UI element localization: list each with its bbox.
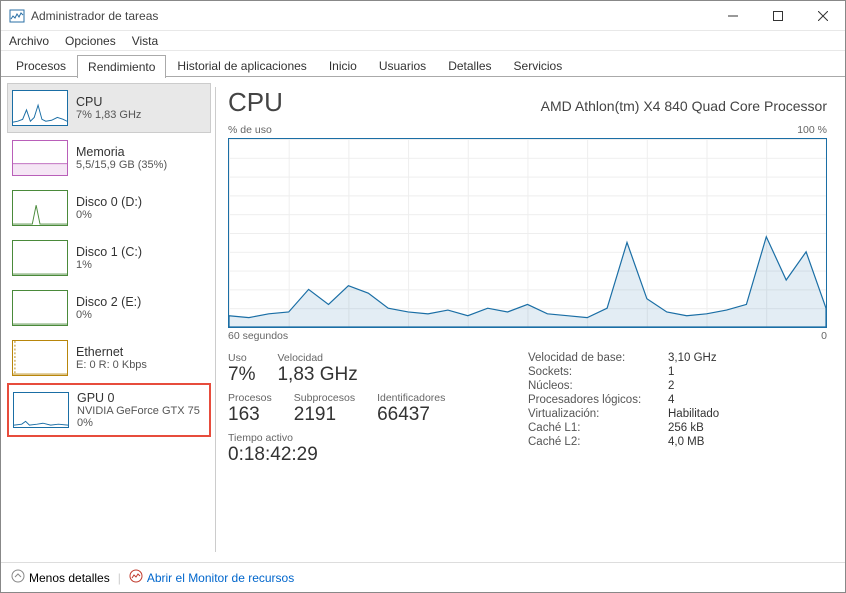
monitor-icon <box>129 569 143 586</box>
tab-users[interactable]: Usuarios <box>368 54 437 77</box>
app-icon <box>9 8 25 24</box>
sidebar-sub: E: 0 R: 0 Kbps <box>76 359 147 371</box>
tab-processes[interactable]: Procesos <box>5 54 77 77</box>
footer: Menos detalles | Abrir el Monitor de rec… <box>1 562 845 592</box>
disk-thumb <box>12 240 68 276</box>
sidebar-item-ethernet[interactable]: Ethernet E: 0 R: 0 Kbps <box>7 333 211 383</box>
memory-thumb <box>12 140 68 176</box>
tab-services[interactable]: Servicios <box>503 54 574 77</box>
sidebar-item-memory[interactable]: Memoria 5,5/15,9 GB (35%) <box>7 133 211 183</box>
vertical-divider <box>215 87 216 552</box>
sidebar-sub: 5,5/15,9 GB (35%) <box>76 159 167 171</box>
cpu-usage-graph[interactable] <box>228 138 827 328</box>
x-axis-left: 60 segundos <box>228 330 288 342</box>
sidebar-item-disk2[interactable]: Disco 2 (E:) 0% <box>7 283 211 333</box>
detail-title: CPU <box>228 87 283 118</box>
titlebar: Administrador de tareas <box>1 1 845 31</box>
sidebar-label: Memoria <box>76 145 167 159</box>
sidebar-sub: 0% <box>76 309 141 321</box>
stat-value: 7% <box>228 364 255 386</box>
uptime-value: 0:18:42:29 <box>228 444 318 466</box>
menubar: Archivo Opciones Vista <box>1 31 845 51</box>
sidebar: CPU 7% 1,83 GHz Memoria 5,5/15,9 GB (35%… <box>1 77 211 562</box>
less-details-link[interactable]: Menos detalles <box>29 571 110 585</box>
chevron-up-icon <box>11 569 25 586</box>
disk-thumb <box>12 290 68 326</box>
tab-strip: Procesos Rendimiento Historial de aplica… <box>1 51 845 77</box>
sidebar-sub: 0% <box>76 209 142 221</box>
maximize-button[interactable] <box>755 1 800 31</box>
sidebar-label: Disco 2 (E:) <box>76 295 141 309</box>
stat-value: 1,83 GHz <box>277 364 357 386</box>
cpu-model: AMD Athlon(tm) X4 840 Quad Core Processo… <box>541 98 827 114</box>
sidebar-item-disk1[interactable]: Disco 1 (C:) 1% <box>7 233 211 283</box>
content: CPU 7% 1,83 GHz Memoria 5,5/15,9 GB (35%… <box>1 77 845 562</box>
sidebar-label: Disco 1 (C:) <box>76 245 142 259</box>
uptime-label: Tiempo activo <box>228 432 318 444</box>
menu-view[interactable]: Vista <box>132 34 158 48</box>
sidebar-label: GPU 0 <box>77 391 200 405</box>
ethernet-thumb <box>12 340 68 376</box>
sidebar-label: Disco 0 (D:) <box>76 195 142 209</box>
stat-label: Subprocesos <box>294 392 355 404</box>
menu-options[interactable]: Opciones <box>65 34 116 48</box>
stat-value: 163 <box>228 404 272 426</box>
sidebar-label: CPU <box>76 95 141 109</box>
stat-label: Uso <box>228 352 255 364</box>
cpu-thumb <box>12 90 68 126</box>
x-axis-right: 0 <box>821 330 827 342</box>
sidebar-item-disk0[interactable]: Disco 0 (D:) 0% <box>7 183 211 233</box>
menu-file[interactable]: Archivo <box>9 34 49 48</box>
y-axis-max: 100 % <box>797 124 827 136</box>
sidebar-sub: 1% <box>76 259 142 271</box>
stat-label: Identificadores <box>377 392 445 404</box>
tab-performance[interactable]: Rendimiento <box>77 55 166 78</box>
stat-value: 2191 <box>294 404 355 426</box>
detail-panel: CPU AMD Athlon(tm) X4 840 Quad Core Proc… <box>220 77 845 562</box>
minimize-button[interactable] <box>710 1 755 31</box>
sidebar-item-cpu[interactable]: CPU 7% 1,83 GHz <box>7 83 211 133</box>
tab-details[interactable]: Detalles <box>437 54 502 77</box>
sidebar-sub2: 0% <box>77 417 200 429</box>
stat-label: Procesos <box>228 392 272 404</box>
window-title: Administrador de tareas <box>31 9 710 23</box>
tab-app-history[interactable]: Historial de aplicaciones <box>166 54 317 77</box>
sidebar-sub: 7% 1,83 GHz <box>76 109 141 121</box>
gpu-thumb <box>13 392 69 428</box>
sidebar-item-gpu0[interactable]: GPU 0 NVIDIA GeForce GTX 75 0% <box>7 383 211 437</box>
close-button[interactable] <box>800 1 845 31</box>
sidebar-label: Ethernet <box>76 345 147 359</box>
stat-label: Velocidad <box>277 352 357 364</box>
open-resource-monitor-link[interactable]: Abrir el Monitor de recursos <box>147 571 294 585</box>
tab-startup[interactable]: Inicio <box>318 54 368 77</box>
cpu-properties: Velocidad de base:3,10 GHz Sockets:1 Núc… <box>528 352 719 472</box>
y-axis-label: % de uso <box>228 124 272 136</box>
sidebar-sub: NVIDIA GeForce GTX 75 <box>77 405 200 417</box>
stat-value: 66437 <box>377 404 445 426</box>
disk-thumb <box>12 190 68 226</box>
